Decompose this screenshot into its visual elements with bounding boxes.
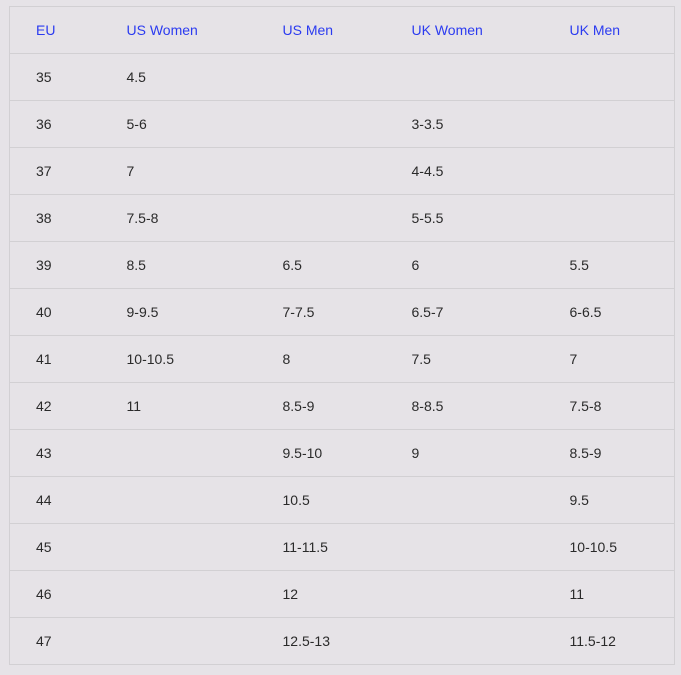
cell-us-women xyxy=(126,523,283,571)
cell-uk-women: 8-8.5 xyxy=(411,382,570,430)
cell-uk-men: 11.5-12 xyxy=(569,633,616,649)
cell-uk-women: 9 xyxy=(411,429,570,477)
header-us-men: US Men xyxy=(282,6,412,54)
cell-uk-men: 5.5 xyxy=(569,241,675,289)
cell-uk-men: 7.5-8 xyxy=(569,382,675,430)
cell-us-women xyxy=(126,570,283,618)
header-us-women: US Women xyxy=(126,6,283,54)
cell-uk-men xyxy=(569,53,675,101)
header-uk-women: UK Women xyxy=(411,6,570,54)
cell-us-men: 8 xyxy=(282,335,412,383)
cell-us-women: 10-10.5 xyxy=(126,335,283,383)
cell-eu: 41 xyxy=(9,335,127,383)
cell-us-women: 11 xyxy=(126,382,283,430)
cell-uk-men: 9.5 xyxy=(569,476,675,524)
cell-eu: 42 xyxy=(9,382,127,430)
cell-uk-women: 6 xyxy=(411,241,570,289)
cell-uk-men: 10-10.5 xyxy=(569,523,675,571)
table-row: 35 4.5 xyxy=(9,53,675,101)
table-row: 40 9-9.5 7-7.5 6.5-7 6-6.5 xyxy=(9,288,675,336)
cell-uk-men xyxy=(569,100,675,148)
table-row: 37 7 4-4.5 xyxy=(9,147,675,195)
cell-uk-men: 7 xyxy=(569,335,675,383)
table-body: 35 4.5 36 5-6 3-3.5 37 7 4-4.5 38 7.5-8 5-5.5 39 8.5… xyxy=(9,53,675,665)
cell-us-women xyxy=(126,476,283,524)
cell-us-women: 4.5 xyxy=(126,53,283,101)
cell-eu: 40 xyxy=(9,288,127,336)
table-row: 38 7.5-8 5-5.5 xyxy=(9,194,675,242)
cell-uk-men xyxy=(569,147,675,195)
cell-us-men: 8.5-9 xyxy=(282,382,412,430)
cell-uk-men: 11 xyxy=(569,570,675,618)
cell-eu: 39 xyxy=(9,241,127,289)
cell-eu: 38 xyxy=(9,194,127,242)
table-row: 46 12 11 xyxy=(9,570,675,618)
cell-uk-women: 3-3.5 xyxy=(411,100,570,148)
cell-us-women: 7.5-8 xyxy=(126,194,283,242)
cell-uk-men xyxy=(569,194,675,242)
cell-us-men: 6.5 xyxy=(282,241,412,289)
cell-us-men xyxy=(282,100,412,148)
cell-eu: 43 xyxy=(9,429,127,477)
cell-us-women xyxy=(127,618,283,665)
cell-us-women: 5-6 xyxy=(126,100,283,148)
cell-uk-women xyxy=(411,523,570,571)
cell-us-men: 9.5-10 xyxy=(282,429,412,477)
cell-uk-women xyxy=(411,570,570,618)
cell-us-women: 7 xyxy=(126,147,283,195)
cell-us-men xyxy=(282,53,412,101)
table-row: 36 5-6 3-3.5 xyxy=(9,100,675,148)
table-row: 45 11-11.5 10-10.5 xyxy=(9,523,675,571)
cell-eu: 45 xyxy=(9,523,127,571)
header-uk-men: UK Men xyxy=(569,6,675,54)
table-row: 47 12.5-13 11.5-12 xyxy=(10,618,675,665)
cell-us-men: 11-11.5 xyxy=(282,523,412,571)
cell-uk-women: 4-4.5 xyxy=(411,147,570,195)
header-row: EU US Women US Men UK Women UK Men xyxy=(9,6,675,54)
table-row: 41 10-10.5 8 7.5 7 xyxy=(9,335,675,383)
table-row: 44 10.5 9.5 xyxy=(9,476,675,524)
cell-us-men xyxy=(282,194,412,242)
cell-uk-women xyxy=(411,53,570,101)
cell-eu: 37 xyxy=(9,147,127,195)
table-header: EU US Women US Men UK Women UK Men xyxy=(9,6,675,54)
header-eu: EU xyxy=(9,6,127,54)
cell-eu: 35 xyxy=(9,53,127,101)
cell-us-men: 12 xyxy=(282,570,412,618)
cell-us-men: 10.5 xyxy=(282,476,412,524)
cell-us-men: 7-7.5 xyxy=(282,288,412,336)
cell-uk-women: 6.5-7 xyxy=(411,288,570,336)
size-conversion-table: EU US Women US Men UK Women UK Men 35 4.5… xyxy=(9,6,675,665)
cell-uk-women: 5-5.5 xyxy=(411,194,570,242)
cell-eu: 47 xyxy=(36,633,52,649)
cell-uk-men: 6-6.5 xyxy=(569,288,675,336)
cell-uk-women xyxy=(411,476,570,524)
cell-uk-men: 8.5-9 xyxy=(569,429,675,477)
cell-eu: 44 xyxy=(9,476,127,524)
cell-uk-women xyxy=(412,618,570,665)
cell-uk-women: 7.5 xyxy=(411,335,570,383)
cell-us-men xyxy=(282,147,412,195)
cell-us-women: 9-9.5 xyxy=(126,288,283,336)
cell-eu: 36 xyxy=(9,100,127,148)
table-row: 39 8.5 6.5 6 5.5 xyxy=(9,241,675,289)
table-row: 42 11 8.5-9 8-8.5 7.5-8 xyxy=(9,382,675,430)
cell-us-women xyxy=(126,429,283,477)
cell-us-men: 12.5-13 xyxy=(282,633,330,649)
cell-us-women: 8.5 xyxy=(126,241,283,289)
table-row: 43 9.5-10 9 8.5-9 xyxy=(9,429,675,477)
cell-eu: 46 xyxy=(9,570,127,618)
